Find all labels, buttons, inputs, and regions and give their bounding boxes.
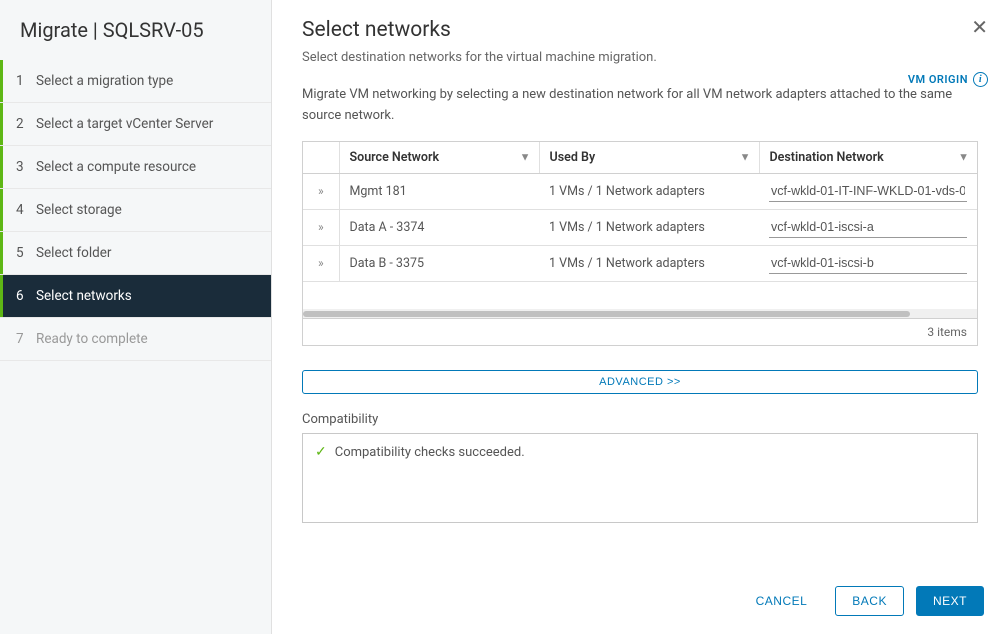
compatibility-result: ✓ Compatibility checks succeeded. — [315, 444, 965, 460]
destination-network-input[interactable] — [769, 181, 967, 202]
close-button[interactable]: ✕ — [971, 18, 988, 38]
column-used-by[interactable]: Used By ▼ — [539, 142, 759, 174]
table-spacer — [303, 281, 977, 309]
column-source[interactable]: Source Network ▼ — [339, 142, 539, 174]
scrollbar-thumb[interactable] — [303, 311, 910, 317]
wizard-dialog: Migrate | SQLSRV-05 1 Select a migration… — [0, 0, 1008, 634]
expand-row-toggle[interactable]: » — [303, 245, 339, 281]
destination-cell — [759, 209, 977, 245]
destination-cell — [759, 173, 977, 209]
networks-table: Source Network ▼ Used By ▼ Destination N… — [303, 142, 977, 310]
step-number: 5 — [16, 245, 36, 261]
networks-table-wrapper: Source Network ▼ Used By ▼ Destination N… — [302, 141, 978, 347]
info-icon: i — [973, 72, 988, 87]
step-label: Ready to complete — [36, 331, 148, 347]
compatibility-message: Compatibility checks succeeded. — [335, 445, 525, 460]
chevron-right-icon: » — [318, 220, 324, 234]
step-compute-resource[interactable]: 3 Select a compute resource — [0, 146, 271, 189]
step-number: 3 — [16, 159, 36, 175]
horizontal-scrollbar[interactable] — [303, 309, 977, 319]
compatibility-box: ✓ Compatibility checks succeeded. — [302, 433, 978, 523]
filter-icon[interactable]: ▼ — [958, 151, 969, 164]
expand-row-toggle[interactable]: » — [303, 173, 339, 209]
vm-origin-link[interactable]: VM ORIGIN i — [908, 72, 988, 87]
column-header-label: Used By — [550, 150, 596, 165]
table-item-count: 3 items — [303, 319, 977, 345]
table-row: » Mgmt 181 1 VMs / 1 Network adapters — [303, 173, 977, 209]
step-folder[interactable]: 5 Select folder — [0, 232, 271, 275]
source-network-cell: Mgmt 181 — [339, 173, 539, 209]
wizard-footer: CANCEL BACK NEXT — [716, 568, 1008, 634]
back-button[interactable]: BACK — [835, 586, 904, 616]
wizard-sidebar: Migrate | SQLSRV-05 1 Select a migration… — [0, 0, 272, 634]
chevron-right-icon: » — [318, 184, 324, 198]
step-ready: 7 Ready to complete — [0, 318, 271, 361]
step-number: 2 — [16, 116, 36, 132]
step-migration-type[interactable]: 1 Select a migration type — [0, 60, 271, 103]
step-networks[interactable]: 6 Select networks — [0, 275, 271, 318]
column-header-label: Source Network — [350, 150, 440, 165]
column-header-label: Destination Network — [770, 150, 884, 165]
destination-cell — [759, 245, 977, 281]
step-number: 4 — [16, 202, 36, 218]
column-destination[interactable]: Destination Network ▼ — [759, 142, 977, 174]
used-by-cell: 1 VMs / 1 Network adapters — [539, 209, 759, 245]
step-target-vcenter[interactable]: 2 Select a target vCenter Server — [0, 103, 271, 146]
close-icon: ✕ — [971, 17, 988, 39]
wizard-content: Select networks Select destination netwo… — [272, 0, 1008, 634]
filter-icon[interactable]: ▼ — [520, 151, 531, 164]
content-header: Select networks Select destination netwo… — [272, 0, 1008, 85]
check-icon: ✓ — [315, 444, 327, 460]
cancel-button[interactable]: CANCEL — [740, 587, 824, 615]
vm-origin-label: VM ORIGIN — [908, 73, 968, 86]
destination-network-input[interactable] — [769, 253, 967, 274]
chevron-right-icon: » — [318, 256, 324, 270]
step-number: 6 — [16, 288, 36, 304]
destination-network-input[interactable] — [769, 217, 967, 238]
step-label: Select a compute resource — [36, 159, 196, 175]
compatibility-title: Compatibility — [302, 412, 978, 427]
table-row: » Data B - 3375 1 VMs / 1 Network adapte… — [303, 245, 977, 281]
page-description: Migrate VM networking by selecting a new… — [272, 85, 1008, 141]
used-by-cell: 1 VMs / 1 Network adapters — [539, 173, 759, 209]
table-row: » Data A - 3374 1 VMs / 1 Network adapte… — [303, 209, 977, 245]
filter-icon[interactable]: ▼ — [740, 151, 751, 164]
page-subtitle: Select destination networks for the virt… — [302, 50, 978, 65]
column-expand — [303, 142, 339, 174]
step-label: Select networks — [36, 288, 132, 304]
step-label: Select a target vCenter Server — [36, 116, 213, 132]
step-label: Select storage — [36, 202, 122, 218]
source-network-cell: Data B - 3375 — [339, 245, 539, 281]
wizard-steps: 1 Select a migration type 2 Select a tar… — [0, 60, 271, 361]
source-network-cell: Data A - 3374 — [339, 209, 539, 245]
step-label: Select folder — [36, 245, 111, 261]
step-storage[interactable]: 4 Select storage — [0, 189, 271, 232]
step-number: 7 — [16, 331, 36, 347]
step-number: 1 — [16, 73, 36, 89]
compatibility-section: Compatibility ✓ Compatibility checks suc… — [302, 412, 978, 523]
used-by-cell: 1 VMs / 1 Network adapters — [539, 245, 759, 281]
page-title: Select networks — [302, 18, 978, 42]
next-button[interactable]: NEXT — [916, 586, 984, 616]
step-label: Select a migration type — [36, 73, 173, 89]
expand-row-toggle[interactable]: » — [303, 209, 339, 245]
advanced-button[interactable]: ADVANCED >> — [302, 370, 978, 394]
dialog-title: Migrate | SQLSRV-05 — [0, 0, 271, 60]
